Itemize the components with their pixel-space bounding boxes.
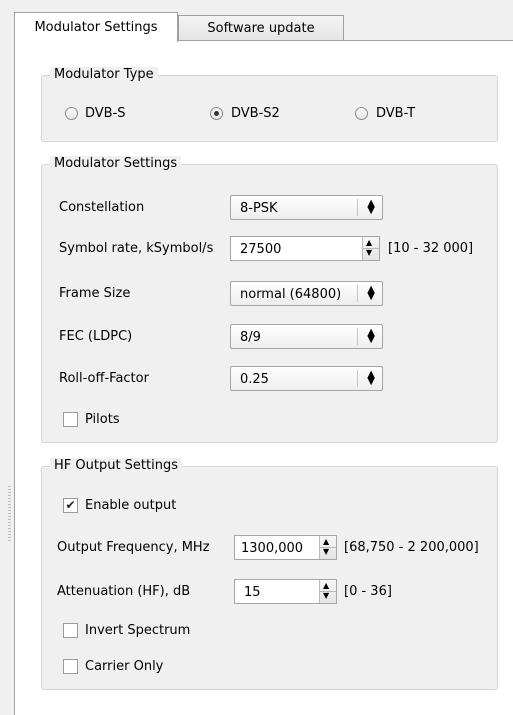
frequency-range: [68,750 - 2 200,000] xyxy=(344,540,479,555)
hf-output-group: HF Output Settings ✔ Enable output Outpu… xyxy=(41,458,498,690)
spin-down-icon[interactable]: ▼ xyxy=(323,592,329,600)
attenuation-label: Attenuation (HF), dB xyxy=(57,584,191,599)
updown-arrows-icon: ▲ ▼ xyxy=(367,284,375,302)
splitter-grip[interactable] xyxy=(8,486,11,542)
invert-spectrum-checkbox[interactable] xyxy=(63,623,78,638)
frame-size-value: normal (64800) xyxy=(240,287,342,302)
group-title: HF Output Settings xyxy=(50,458,182,473)
frequency-label: Output Frequency, MHz xyxy=(57,540,210,555)
invert-spectrum-label: Invert Spectrum xyxy=(85,623,191,638)
symbol-rate-range: [10 - 32 000] xyxy=(388,241,474,256)
tab-label: Software update xyxy=(207,21,315,36)
spin-buttons[interactable]: ▲ ▼ xyxy=(319,536,336,559)
symbol-rate-spinbox[interactable]: 27500 ▲ ▼ xyxy=(230,236,380,261)
radio-label-dvb-s: DVB-S xyxy=(85,106,126,121)
carrier-only-label: Carrier Only xyxy=(85,659,164,674)
frequency-spinbox[interactable]: 1300,000 ▲ ▼ xyxy=(234,535,337,560)
rolloff-select[interactable]: 0.25 ▲ ▼ xyxy=(230,366,383,391)
tab-software-update[interactable]: Software update xyxy=(178,15,344,41)
constellation-value: 8-PSK xyxy=(240,201,278,216)
carrier-only-checkbox[interactable] xyxy=(63,659,78,674)
tab-label: Modulator Settings xyxy=(34,20,158,35)
updown-arrows-icon: ▲ ▼ xyxy=(367,327,375,345)
rolloff-value: 0.25 xyxy=(240,372,269,387)
spin-down-icon[interactable]: ▼ xyxy=(323,548,329,556)
tab-bar: Modulator Settings Software update xyxy=(14,12,513,42)
radio-dvb-t[interactable] xyxy=(355,107,368,120)
spin-down-icon[interactable]: ▼ xyxy=(366,249,372,257)
spin-buttons[interactable]: ▲ ▼ xyxy=(319,580,336,603)
radio-label-dvb-t: DVB-T xyxy=(376,106,416,121)
spin-buttons[interactable]: ▲ ▼ xyxy=(362,237,379,260)
attenuation-range: [0 - 36] xyxy=(344,584,392,599)
radio-dvb-s[interactable] xyxy=(65,107,78,120)
radio-dvb-s2[interactable] xyxy=(210,107,223,120)
constellation-label: Constellation xyxy=(59,200,145,215)
spin-up-icon[interactable]: ▲ xyxy=(323,538,329,546)
frequency-value: 1300,000 xyxy=(241,541,304,556)
spin-up-icon[interactable]: ▲ xyxy=(366,239,372,247)
fec-select[interactable]: 8/9 ▲ ▼ xyxy=(230,324,383,349)
check-icon: ✔ xyxy=(65,498,76,512)
group-title: Modulator Settings xyxy=(50,156,182,171)
frame-size-select[interactable]: normal (64800) ▲ ▼ xyxy=(230,281,383,306)
updown-arrows-icon: ▲ ▼ xyxy=(367,369,375,387)
pilots-label: Pilots xyxy=(85,412,120,427)
fec-value: 8/9 xyxy=(240,330,261,345)
symbol-rate-label: Symbol rate, kSymbol/s xyxy=(59,241,214,256)
attenuation-value: 15 xyxy=(244,585,261,600)
fec-label: FEC (LDPC) xyxy=(59,329,133,344)
constellation-select[interactable]: 8-PSK ▲ ▼ xyxy=(230,195,383,220)
radio-label-dvb-s2: DVB-S2 xyxy=(231,106,280,121)
pilots-checkbox[interactable] xyxy=(63,412,78,427)
tab-modulator-settings[interactable]: Modulator Settings xyxy=(14,12,178,42)
updown-arrows-icon: ▲ ▼ xyxy=(367,198,375,216)
symbol-rate-value: 27500 xyxy=(240,242,282,257)
spin-up-icon[interactable]: ▲ xyxy=(323,582,329,590)
modulator-type-group: Modulator Type DVB-S DVB-S2 DVB-T xyxy=(41,67,498,142)
radio-selected-dot xyxy=(214,111,219,116)
group-title: Modulator Type xyxy=(50,67,158,82)
enable-output-label: Enable output xyxy=(85,498,177,513)
rolloff-label: Roll-off-Factor xyxy=(59,371,149,386)
frame-size-label: Frame Size xyxy=(59,286,131,301)
attenuation-spinbox[interactable]: 15 ▲ ▼ xyxy=(234,579,337,604)
enable-output-checkbox[interactable]: ✔ xyxy=(63,498,78,513)
modulator-settings-group: Modulator Settings Constellation 8-PSK ▲… xyxy=(41,156,498,443)
